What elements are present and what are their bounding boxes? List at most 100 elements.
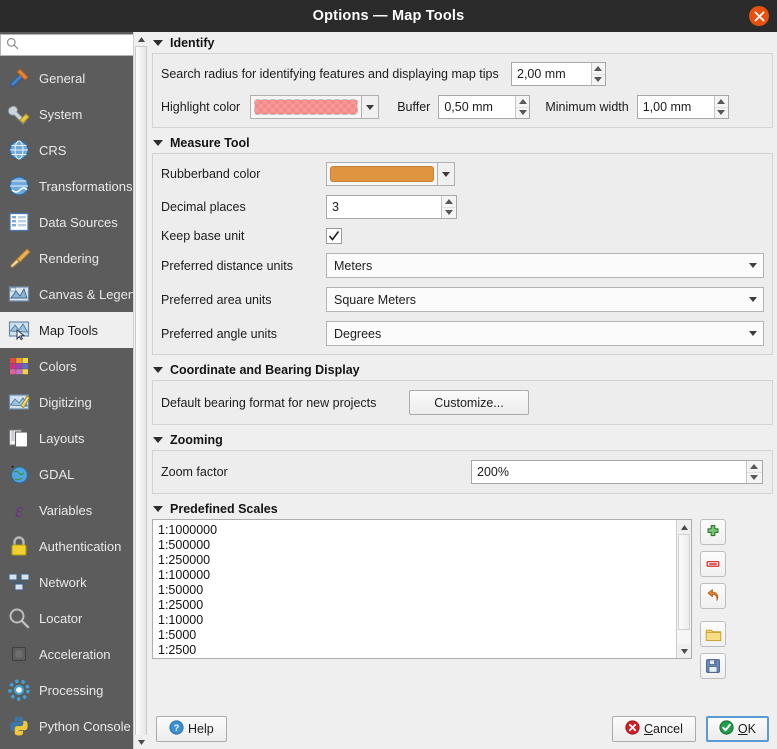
scale-list-item[interactable]: 1:1000000 <box>158 523 676 538</box>
scales-scroll-thumb[interactable] <box>678 534 690 630</box>
sidebar-item-transformations[interactable]: Transformations <box>0 168 133 204</box>
scale-list-item[interactable]: 1:500000 <box>158 538 676 553</box>
sidebar-scrollbar[interactable] <box>133 32 148 749</box>
ok-button[interactable]: OK <box>705 716 769 742</box>
scale-list-item[interactable]: 1:10000 <box>158 613 676 628</box>
sidebar-item-general[interactable]: General <box>0 60 133 96</box>
export-scales-button[interactable] <box>700 653 726 679</box>
sidebar-item-map-tools[interactable]: Map Tools <box>0 312 133 348</box>
minimum-width-spinbox[interactable] <box>636 95 729 119</box>
scale-list-item[interactable]: 1:25000 <box>158 598 676 613</box>
sidebar-scroll-up-icon[interactable] <box>134 32 148 46</box>
import-scales-button[interactable] <box>700 621 726 647</box>
window-titlebar: Options — Map Tools <box>0 0 777 32</box>
group-header-measure-tool[interactable]: Measure Tool <box>148 132 777 153</box>
preferred-angle-units-combo[interactable]: Degrees <box>326 321 764 346</box>
sidebar-item-crs[interactable]: CRS <box>0 132 133 168</box>
highlight-color-dropdown-icon[interactable] <box>362 95 380 119</box>
ok-icon <box>719 720 734 738</box>
zoom-factor-input[interactable] <box>472 461 746 483</box>
stepper-up-icon[interactable] <box>714 96 728 108</box>
scale-list-item[interactable]: 1:100000 <box>158 568 676 583</box>
customize-bearing-label: Customize... <box>434 395 504 410</box>
stepper-up-icon[interactable] <box>591 63 605 75</box>
sidebar-item-canvas-legend[interactable]: Canvas & Legend <box>0 276 133 312</box>
sidebar-item-gdal[interactable]: GDAL <box>0 456 133 492</box>
keep-base-unit-checkbox[interactable] <box>326 228 342 244</box>
zoom-factor-stepper[interactable] <box>745 461 762 484</box>
decimal-places-stepper[interactable] <box>441 196 456 218</box>
scale-list-item[interactable]: 1:250000 <box>158 553 676 568</box>
cancel-button[interactable]: Cancel <box>612 716 696 742</box>
reset-scales-button[interactable] <box>700 583 726 609</box>
scales-scroll-down-icon[interactable] <box>677 644 691 658</box>
add-scale-button[interactable] <box>700 519 726 545</box>
minimum-width-input[interactable] <box>637 96 714 118</box>
sidebar-item-authentication[interactable]: Authentication <box>0 528 133 564</box>
stepper-down-icon[interactable] <box>592 75 605 86</box>
remove-scale-button[interactable] <box>700 551 726 577</box>
search-icon <box>6 37 19 53</box>
group-header-coordinate-bearing[interactable]: Coordinate and Bearing Display <box>148 359 777 380</box>
sidebar-item-layouts[interactable]: Layouts <box>0 420 133 456</box>
decimal-places-row: Decimal places <box>161 195 764 219</box>
scales-scroll-up-icon[interactable] <box>677 520 691 534</box>
sidebar-item-rendering[interactable]: Rendering <box>0 240 133 276</box>
minimum-width-stepper[interactable] <box>713 96 728 119</box>
buffer-spinbox[interactable] <box>438 95 531 119</box>
decimal-places-input[interactable] <box>327 196 441 218</box>
rubberband-color-button[interactable] <box>326 162 455 186</box>
sidebar-item-system[interactable]: System <box>0 96 133 132</box>
sidebar-item-acceleration[interactable]: Acceleration <box>0 636 133 672</box>
highlight-color-button[interactable] <box>250 95 380 119</box>
search-radius-spinbox[interactable] <box>511 62 606 86</box>
search-box[interactable] <box>0 34 133 56</box>
stepper-up-icon[interactable] <box>516 96 530 108</box>
group-header-predefined-scales[interactable]: Predefined Scales <box>148 498 777 519</box>
sidebar-item-colors[interactable]: Colors <box>0 348 133 384</box>
window-title: Options — Map Tools <box>312 8 465 24</box>
sidebar-item-network[interactable]: Network <box>0 564 133 600</box>
rubberband-color-dropdown-icon[interactable] <box>438 162 455 186</box>
sidebar-item-python-console[interactable]: Python Console <box>0 708 133 744</box>
search-input[interactable] <box>23 36 133 54</box>
customize-bearing-button[interactable]: Customize... <box>409 390 529 415</box>
scale-list-item[interactable]: 1:2500 <box>158 643 676 658</box>
highlight-color-swatch-wrap[interactable] <box>250 95 363 119</box>
decimal-places-spinbox[interactable] <box>326 195 457 219</box>
stepper-down-icon[interactable] <box>516 108 529 119</box>
help-button[interactable]: ? Help <box>156 716 227 742</box>
sidebar-item-label: Network <box>39 574 87 590</box>
scales-scrollbar[interactable] <box>676 520 691 658</box>
scale-list-item[interactable]: 1:5000 <box>158 628 676 643</box>
hammer-screwdriver-icon <box>9 68 29 88</box>
scales-list[interactable]: 1:1000000 1:500000 1:250000 1:100000 1:50000… <box>152 519 692 659</box>
stepper-up-icon[interactable] <box>442 196 456 208</box>
sidebar-scroll-thumb[interactable] <box>135 46 147 736</box>
group-header-identify[interactable]: Identify <box>148 32 777 53</box>
search-radius-stepper[interactable] <box>590 63 605 86</box>
sidebar-item-label: Acceleration <box>39 646 111 662</box>
stepper-down-icon[interactable] <box>715 108 728 119</box>
buffer-input[interactable] <box>439 96 516 118</box>
buffer-stepper[interactable] <box>515 96 530 119</box>
close-icon[interactable] <box>749 6 769 26</box>
sidebar-item-variables[interactable]: ɛ Variables <box>0 492 133 528</box>
stepper-up-icon[interactable] <box>746 461 762 473</box>
sidebar-item-processing[interactable]: Processing <box>0 672 133 708</box>
preferred-distance-units-combo[interactable]: Meters <box>326 253 764 278</box>
scale-list-item[interactable]: 1:50000 <box>158 583 676 598</box>
sidebar-item-digitizing[interactable]: Digitizing <box>0 384 133 420</box>
group-header-zooming[interactable]: Zooming <box>148 429 777 450</box>
preferred-area-units-combo[interactable]: Square Meters <box>326 287 764 312</box>
stepper-down-icon[interactable] <box>442 208 456 219</box>
stepper-down-icon[interactable] <box>747 473 762 484</box>
epsilon-icon: ɛ <box>6 497 32 523</box>
sidebar-item-locator[interactable]: Locator <box>0 600 133 636</box>
sidebar-scroll-down-icon[interactable] <box>134 735 148 749</box>
sidebar-item-label: General <box>39 70 86 86</box>
zoom-factor-spinbox[interactable] <box>471 460 763 484</box>
sidebar-item-data-sources[interactable]: Data Sources <box>0 204 133 240</box>
search-radius-input[interactable] <box>512 63 591 85</box>
rubberband-color-swatch-wrap[interactable] <box>326 162 438 186</box>
